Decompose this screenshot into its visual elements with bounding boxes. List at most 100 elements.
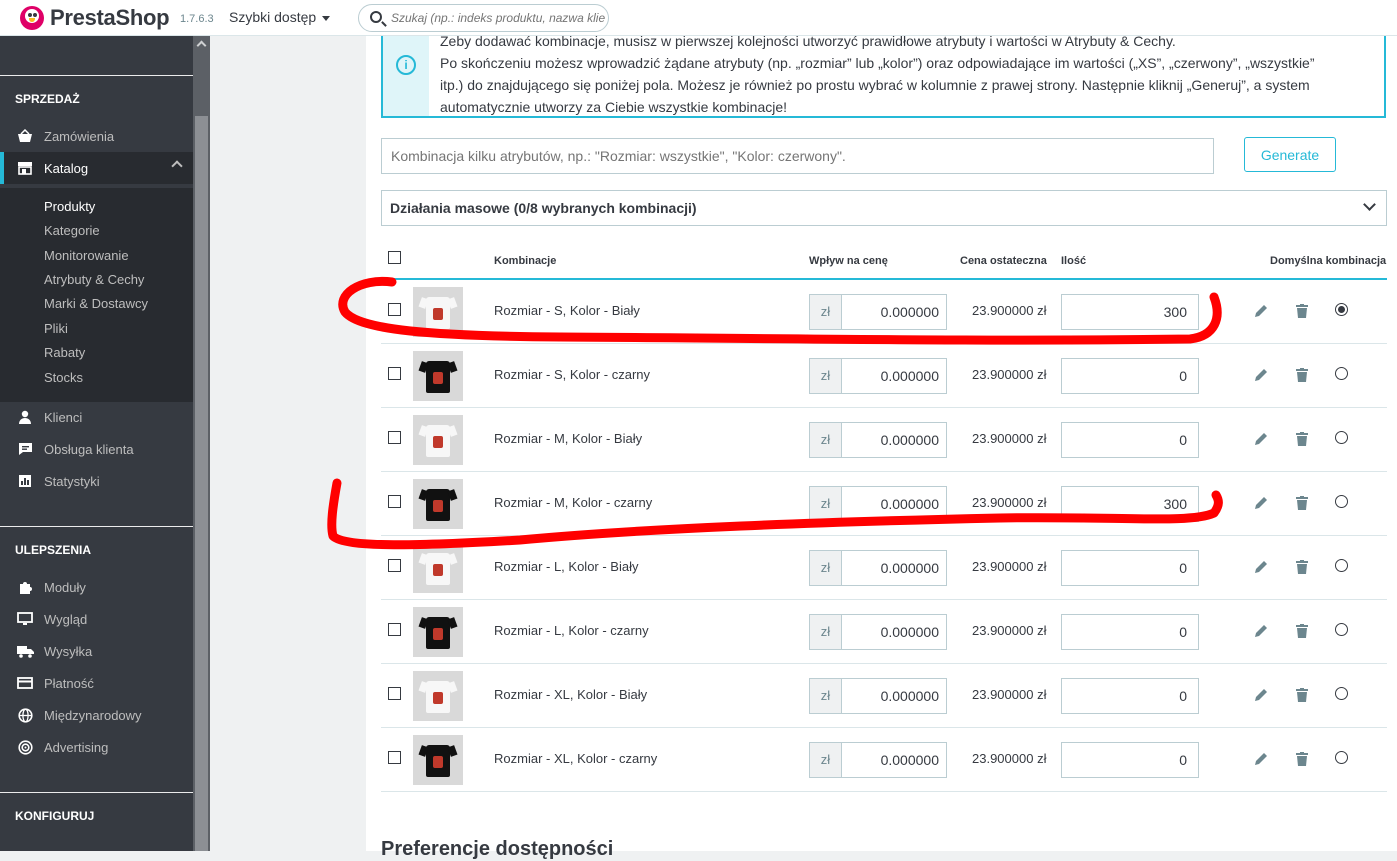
submenu-item-files[interactable]: Pliki <box>44 321 68 336</box>
search-box[interactable] <box>358 4 609 32</box>
product-thumbnail <box>413 287 463 337</box>
trash-icon[interactable] <box>1296 432 1308 446</box>
quick-access-dropdown[interactable]: Szybki dostęp <box>229 9 331 25</box>
submenu-item-brands[interactable]: Marki & Dostawcy <box>44 296 148 311</box>
sidebar-item-customers[interactable]: Klienci <box>0 404 193 430</box>
product-thumbnail <box>413 351 463 401</box>
sidebar-item-design[interactable]: Wygląd <box>0 606 193 632</box>
chevron-up-icon[interactable] <box>171 160 183 172</box>
chevron-down-icon[interactable] <box>1363 198 1376 211</box>
default-combination-radio[interactable] <box>1335 431 1348 444</box>
pencil-icon[interactable] <box>1253 623 1269 639</box>
logo-text[interactable]: PrestaShop <box>50 5 170 31</box>
sidebar-item-orders[interactable]: Zamówienia <box>0 123 193 149</box>
sidebar-item-payment[interactable]: Płatność <box>0 670 193 696</box>
search-icon[interactable] <box>370 11 382 23</box>
price-impact-input[interactable] <box>841 614 947 650</box>
default-combination-radio[interactable] <box>1335 303 1348 316</box>
default-combination-radio[interactable] <box>1335 623 1348 636</box>
default-combination-radio[interactable] <box>1335 367 1348 380</box>
default-combination-radio[interactable] <box>1335 751 1348 764</box>
row-checkbox[interactable] <box>388 623 401 636</box>
combination-name: Rozmiar - XL, Kolor - Biały <box>494 687 648 702</box>
submenu-item-discounts[interactable]: Rabaty <box>44 345 85 360</box>
combination-name: Rozmiar - M, Kolor - Biały <box>494 431 643 446</box>
prestashop-logo-icon[interactable] <box>20 6 44 30</box>
price-impact-input[interactable] <box>841 742 947 778</box>
pencil-icon[interactable] <box>1253 303 1269 319</box>
quantity-input[interactable] <box>1061 422 1199 458</box>
sidebar-item-label: Wysyłka <box>44 643 93 659</box>
row-checkbox[interactable] <box>388 303 401 316</box>
tshirt-image <box>426 553 450 585</box>
sidebar-item-advertising[interactable]: Advertising <box>0 734 193 760</box>
caret-down-icon <box>322 15 331 21</box>
currency-addon: zł <box>809 742 842 778</box>
submenu-item-attributes[interactable]: Atrybuty & Cechy <box>44 272 144 287</box>
pencil-icon[interactable] <box>1253 367 1269 383</box>
sidebar-item-catalog[interactable]: Katalog <box>0 152 193 184</box>
bulk-actions-bar[interactable]: Działania masowe (0/8 wybranych kombinac… <box>381 190 1387 226</box>
default-combination-radio[interactable] <box>1335 687 1348 700</box>
pencil-icon[interactable] <box>1253 559 1269 575</box>
price-impact-input[interactable] <box>841 550 947 586</box>
price-impact-input[interactable] <box>841 358 947 394</box>
trash-icon[interactable] <box>1296 368 1308 382</box>
sidebar-item-label: Obsługa klienta <box>44 441 134 457</box>
trash-icon[interactable] <box>1296 496 1308 510</box>
trash-icon[interactable] <box>1296 624 1308 638</box>
sidebar-item-customer-service[interactable]: Obsługa klienta <box>0 436 193 462</box>
sidebar-item-label: Katalog <box>44 160 89 176</box>
row-checkbox[interactable] <box>388 367 401 380</box>
scrollbar-thumb[interactable] <box>195 116 208 851</box>
combination-attributes-input[interactable] <box>381 138 1214 174</box>
product-thumbnail <box>413 671 463 721</box>
quantity-input[interactable] <box>1061 614 1199 650</box>
generate-button[interactable]: Generate <box>1244 137 1336 172</box>
quantity-input[interactable] <box>1061 742 1199 778</box>
row-checkbox[interactable] <box>388 495 401 508</box>
trash-icon[interactable] <box>1296 560 1308 574</box>
sidebar-item-shipping[interactable]: Wysyłka <box>0 638 193 664</box>
pencil-icon[interactable] <box>1253 751 1269 767</box>
row-checkbox[interactable] <box>388 751 401 764</box>
tshirt-image <box>426 489 450 521</box>
currency-addon: zł <box>809 486 842 522</box>
sidebar-item-label: Klienci <box>44 409 83 425</box>
price-impact-input[interactable] <box>841 294 947 330</box>
quantity-input[interactable] <box>1061 486 1199 522</box>
submenu-item-monitoring[interactable]: Monitorowanie <box>44 248 129 263</box>
price-impact-input[interactable] <box>841 486 947 522</box>
submenu-item-products[interactable]: Produkty <box>44 199 95 214</box>
row-checkbox[interactable] <box>388 431 401 444</box>
bar-chart-icon <box>16 473 34 489</box>
sidebar-scrollbar[interactable] <box>193 36 210 851</box>
sidebar-item-modules[interactable]: Moduły <box>0 574 193 600</box>
submenu-item-stocks[interactable]: Stocks <box>44 370 83 385</box>
pencil-icon[interactable] <box>1253 431 1269 447</box>
row-checkbox[interactable] <box>388 559 401 572</box>
default-combination-radio[interactable] <box>1335 495 1348 508</box>
final-price: 23.900000 zł <box>972 751 1047 766</box>
sidebar-item-international[interactable]: Międzynarodowy <box>0 702 193 728</box>
sidebar-section-configure: KONFIGURUJ <box>15 809 95 823</box>
select-all-checkbox[interactable] <box>388 251 401 264</box>
trash-icon[interactable] <box>1296 752 1308 766</box>
quantity-input[interactable] <box>1061 358 1199 394</box>
quantity-input[interactable] <box>1061 678 1199 714</box>
final-price: 23.900000 zł <box>972 367 1047 382</box>
price-impact-input[interactable] <box>841 422 947 458</box>
default-combination-radio[interactable] <box>1335 559 1348 572</box>
trash-icon[interactable] <box>1296 304 1308 318</box>
submenu-item-categories[interactable]: Kategorie <box>44 223 100 238</box>
pencil-icon[interactable] <box>1253 687 1269 703</box>
scroll-up-arrow-icon[interactable] <box>196 40 207 51</box>
quantity-input[interactable] <box>1061 550 1199 586</box>
quantity-input[interactable] <box>1061 294 1199 330</box>
row-checkbox[interactable] <box>388 687 401 700</box>
price-impact-input[interactable] <box>841 678 947 714</box>
pencil-icon[interactable] <box>1253 495 1269 511</box>
sidebar-item-stats[interactable]: Statystyki <box>0 468 193 494</box>
trash-icon[interactable] <box>1296 688 1308 702</box>
search-input[interactable] <box>391 9 606 27</box>
